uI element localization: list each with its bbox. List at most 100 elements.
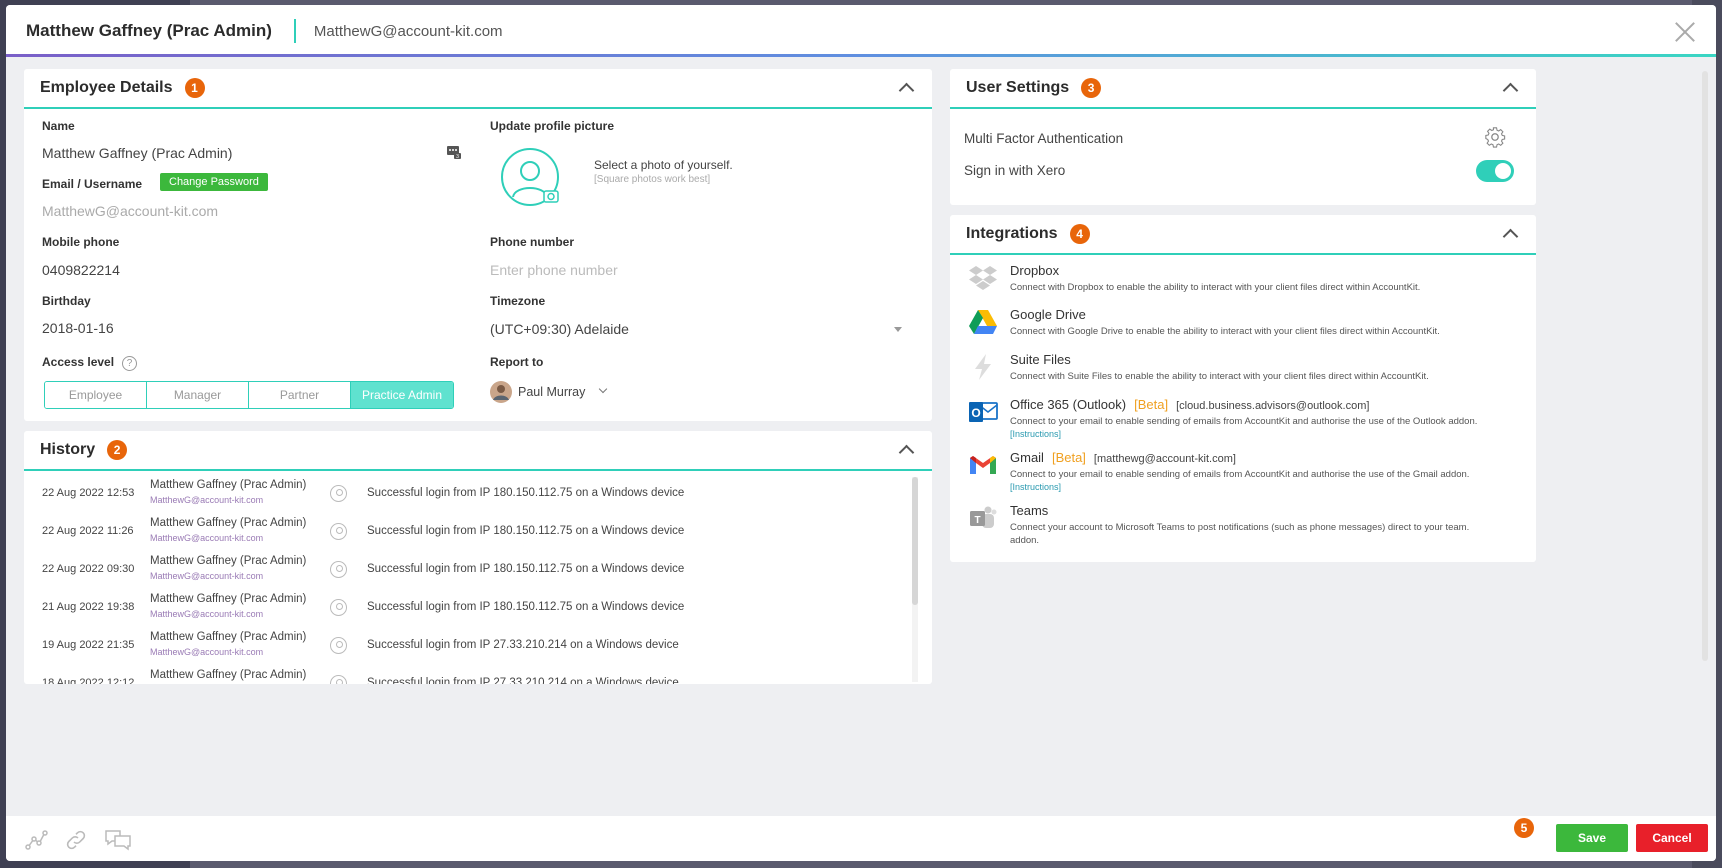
report-to-select[interactable]: Paul Murray xyxy=(518,385,585,399)
beta-badge: [Beta] xyxy=(1051,450,1086,465)
employee-details-panel: Employee Details 1 Name Matthew Gaffney … xyxy=(24,69,932,421)
history-user-name: Matthew Gaffney (Prac Admin) xyxy=(150,593,307,605)
history-title: History xyxy=(40,441,96,458)
timezone-label: Timezone xyxy=(490,294,546,308)
office365-name: Office 365 (Outlook) xyxy=(1010,397,1127,412)
history-user-name: Matthew Gaffney (Prac Admin) xyxy=(150,479,307,491)
help-icon[interactable]: ? xyxy=(122,356,138,371)
birthday-field[interactable]: 2018-01-16 xyxy=(42,320,114,336)
history-user-email: MatthewG@account-kit.com xyxy=(150,495,264,505)
history-date: 18 Aug 2022 12:12 xyxy=(42,677,135,684)
integration-name: Suite Files xyxy=(1010,352,1071,367)
table-row: 19 Aug 2022 21:35 Matthew Gaffney (Prac A… xyxy=(24,627,904,665)
history-message: Successful login from IP 180.150.112.75 … xyxy=(367,563,685,575)
step-badge-2: 2 xyxy=(107,440,128,460)
integrations-panel: Integrations 4 Dropbox Connect with Drop… xyxy=(950,215,1536,562)
instructions-link[interactable]: [Instructions] xyxy=(1010,482,1061,492)
save-button[interactable]: Save xyxy=(1556,824,1628,852)
history-scroll-thumb[interactable] xyxy=(912,477,918,605)
mobile-field[interactable]: 0409822214 xyxy=(42,262,120,278)
access-option-manager[interactable]: Manager xyxy=(147,382,249,408)
integration-desc: Connect with Dropbox to enable the abili… xyxy=(1010,282,1421,293)
access-option-employee[interactable]: Employee xyxy=(45,382,147,408)
collapse-chevron-icon[interactable] xyxy=(898,444,915,461)
integration-dropbox[interactable]: Dropbox Connect with Dropbox to enable t… xyxy=(964,263,1564,303)
svg-text:3: 3 xyxy=(456,154,459,160)
chat-icon[interactable] xyxy=(104,828,132,852)
integration-gmail[interactable]: Gmail [Beta] [matthewg@account-kit.com] Co… xyxy=(964,450,1564,498)
history-message: Successful login from IP 180.150.112.75 … xyxy=(367,601,685,613)
gmail-icon xyxy=(970,456,996,474)
mobile-label: Mobile phone xyxy=(42,235,120,249)
table-row: 21 Aug 2022 19:38 Matthew Gaffney (Prac A… xyxy=(24,589,904,627)
analytics-icon[interactable] xyxy=(24,828,48,852)
profile-avatar-icon[interactable] xyxy=(500,147,564,211)
step-badge-5: 5 xyxy=(1514,818,1534,838)
integration-google-drive[interactable]: Google Drive Connect with Google Drive t… xyxy=(964,307,1564,347)
employee-details-header[interactable]: Employee Details 1 xyxy=(24,69,932,109)
outlook-icon: O xyxy=(969,402,998,422)
collapse-chevron-icon[interactable] xyxy=(898,82,915,99)
history-user-email: MatthewG@account-kit.com xyxy=(150,609,264,619)
collapse-chevron-icon[interactable] xyxy=(1502,228,1519,245)
step-badge-3: 3 xyxy=(1081,78,1102,98)
connected-account: [cloud.business.advisors@outlook.com] xyxy=(1176,400,1370,412)
history-date: 22 Aug 2022 12:53 xyxy=(42,487,135,499)
integration-name: Teams xyxy=(1010,503,1049,518)
history-message: Successful login from IP 180.150.112.75 … xyxy=(367,487,685,499)
table-row: 22 Aug 2022 12:53 Matthew Gaffney (Prac A… xyxy=(24,475,904,513)
cancel-button[interactable]: Cancel xyxy=(1636,824,1708,852)
integration-desc: Connect to your email to enable sending … xyxy=(1010,416,1478,427)
close-icon[interactable] xyxy=(1674,21,1696,43)
timezone-select[interactable]: (UTC+09:30) Adelaide xyxy=(490,321,629,337)
history-date: 19 Aug 2022 21:35 xyxy=(42,639,135,651)
link-icon[interactable] xyxy=(64,828,88,852)
history-message: Successful login from IP 180.150.112.75 … xyxy=(367,525,685,537)
history-message: Successful login from IP 27.33.210.214 o… xyxy=(367,677,679,684)
integration-desc-cont: addon. xyxy=(1010,535,1040,546)
google-drive-icon xyxy=(969,310,997,334)
integrations-header[interactable]: Integrations 4 xyxy=(950,215,1536,255)
collapse-chevron-icon[interactable] xyxy=(1502,82,1519,99)
history-date: 22 Aug 2022 11:26 xyxy=(42,525,134,537)
history-user-name: Matthew Gaffney (Prac Admin) xyxy=(150,669,307,681)
access-level-text: Access level xyxy=(42,355,115,369)
dropbox-icon xyxy=(969,266,997,290)
history-user-name: Matthew Gaffney (Prac Admin) xyxy=(150,555,307,567)
integration-office365[interactable]: O Office 365 (Outlook) [Beta] [cloud.busin… xyxy=(964,397,1564,445)
integration-desc: Connect your account to Microsoft Teams … xyxy=(1010,522,1470,533)
access-level-label: Access level? xyxy=(42,355,138,371)
integration-desc: Connect with Suite Files to enable the a… xyxy=(1010,371,1429,382)
xero-toggle[interactable] xyxy=(1476,160,1514,182)
contact-card-icon[interactable]: 3 xyxy=(446,144,462,160)
modal-subtitle-email: MatthewG@account-kit.com xyxy=(313,22,503,40)
beta-badge: [Beta] xyxy=(1134,397,1169,412)
profile-picture-label: Update profile picture xyxy=(490,119,615,133)
integrations-title: Integrations xyxy=(966,225,1058,242)
timezone-dropdown-icon[interactable] xyxy=(894,327,902,332)
xero-label: Sign in with Xero xyxy=(964,163,1066,178)
history-user-email: MatthewG@account-kit.com xyxy=(150,533,264,543)
phone-input[interactable]: Enter phone number xyxy=(490,262,618,278)
profile-hint: Select a photo of yourself. xyxy=(594,158,733,172)
user-settings-panel: User Settings 3 Multi Factor Authenticat… xyxy=(950,69,1536,205)
gmail-name: Gmail xyxy=(1010,450,1044,465)
avatar xyxy=(490,381,512,403)
user-settings-header[interactable]: User Settings 3 xyxy=(950,69,1536,109)
integration-teams[interactable]: T Teams Connect your account to Microsof… xyxy=(964,503,1564,551)
user-icon xyxy=(330,523,347,540)
integration-suite-files[interactable]: Suite Files Connect with Suite Files to … xyxy=(964,352,1564,392)
name-field[interactable]: Matthew Gaffney (Prac Admin) xyxy=(42,145,232,161)
change-password-button[interactable]: Change Password xyxy=(160,173,268,191)
history-date: 21 Aug 2022 19:38 xyxy=(42,601,135,613)
access-option-practice-admin[interactable]: Practice Admin xyxy=(351,382,453,408)
access-option-partner[interactable]: Partner xyxy=(249,382,351,408)
history-header[interactable]: History 2 xyxy=(24,431,932,471)
svg-text:O: O xyxy=(971,406,980,420)
chevron-down-icon[interactable] xyxy=(598,384,608,394)
step-badge-1: 1 xyxy=(184,78,205,98)
modal-scrollbar[interactable] xyxy=(1702,71,1708,661)
instructions-link[interactable]: [Instructions] xyxy=(1010,429,1061,439)
gear-icon[interactable] xyxy=(1484,126,1506,148)
name-label: Name xyxy=(42,119,75,133)
